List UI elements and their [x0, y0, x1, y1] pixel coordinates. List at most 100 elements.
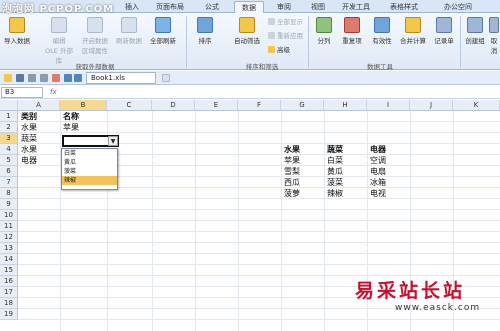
validity-button[interactable]: 有效性: [368, 17, 396, 45]
document-tab[interactable]: Book1.xls: [86, 72, 156, 84]
column-header[interactable]: G: [281, 100, 324, 111]
record-sheet-button[interactable]: 记录单: [430, 17, 458, 45]
select-all-corner[interactable]: [0, 100, 18, 111]
tab-insert[interactable]: 插入: [118, 1, 146, 13]
table-cell[interactable]: 雪梨: [282, 166, 300, 177]
new-tab-icon[interactable]: [162, 74, 170, 82]
format-painter-icon[interactable]: [52, 74, 60, 82]
table-cell[interactable]: 电扇: [368, 166, 386, 177]
tab-office-space[interactable]: 办公空间: [438, 1, 478, 13]
dropdown-option-highlighted[interactable]: 辣椒: [62, 176, 117, 185]
row-header[interactable]: 19: [0, 309, 18, 320]
cell-b1[interactable]: 名称: [61, 111, 79, 122]
dropdown-arrow-icon[interactable]: ▼: [108, 136, 118, 146]
refresh-data-button[interactable]: 刷新数据: [114, 17, 144, 45]
cell-a3[interactable]: 蔬菜: [19, 133, 37, 144]
row-header[interactable]: 14: [0, 254, 18, 265]
ungroup-button[interactable]: 取消: [488, 17, 500, 55]
dropdown-option[interactable]: 黄瓜: [62, 158, 117, 167]
tab-table-style[interactable]: 表格样式: [384, 1, 424, 13]
table-header[interactable]: 水果: [282, 144, 300, 155]
create-group-button[interactable]: 创建组: [462, 17, 488, 45]
cell-a4[interactable]: 水果: [19, 144, 37, 155]
row-header[interactable]: 17: [0, 287, 18, 298]
save-icon[interactable]: [16, 74, 24, 82]
row-header[interactable]: 8: [0, 188, 18, 199]
row-header[interactable]: 12: [0, 232, 18, 243]
column-header[interactable]: K: [453, 100, 500, 111]
column-header[interactable]: D: [152, 100, 195, 111]
sort-button[interactable]: 排序: [192, 17, 218, 45]
dropdown-option[interactable]: 白菜: [62, 149, 117, 158]
row-header[interactable]: 10: [0, 210, 18, 221]
name-box[interactable]: B3: [1, 87, 43, 98]
table-cell[interactable]: 白菜: [325, 155, 343, 166]
table-cell[interactable]: 电视: [368, 188, 386, 199]
dropdown-option[interactable]: 菠菜: [62, 167, 117, 176]
validation-dropdown-list[interactable]: 白菜 黄瓜 菠菜 辣椒: [61, 148, 118, 190]
column-header[interactable]: B: [60, 100, 107, 111]
consolidate-button[interactable]: 合并计算: [396, 17, 430, 45]
row-header[interactable]: 11: [0, 221, 18, 232]
undo-icon[interactable]: [64, 74, 72, 82]
row-header[interactable]: 7: [0, 177, 18, 188]
advanced-filter-label: 高级: [277, 46, 290, 54]
import-data-button[interactable]: 导入数据: [2, 17, 32, 45]
cell-a5[interactable]: 电器: [19, 155, 37, 166]
show-all-button[interactable]: 全部显示: [268, 17, 303, 27]
reapply-button[interactable]: 重新应用: [268, 31, 303, 41]
tab-data[interactable]: 数据: [234, 1, 264, 13]
row-header[interactable]: 15: [0, 265, 18, 276]
ungroup-icon: [489, 17, 499, 33]
column-header[interactable]: H: [324, 100, 367, 111]
tab-formulas[interactable]: 公式: [198, 1, 226, 13]
tab-page-layout[interactable]: 页面布局: [150, 1, 190, 13]
refresh-all-button[interactable]: 全部刷新: [146, 17, 180, 45]
table-cell[interactable]: 苹果: [282, 155, 300, 166]
row-header[interactable]: 16: [0, 276, 18, 287]
print-preview-icon[interactable]: [40, 74, 48, 82]
row-header[interactable]: 3: [0, 133, 18, 144]
table-header[interactable]: 蔬菜: [325, 144, 343, 155]
row-header[interactable]: 2: [0, 122, 18, 133]
cell-b2[interactable]: 苹果: [61, 122, 79, 133]
auto-filter-button[interactable]: 自动筛选: [228, 17, 266, 45]
print-icon[interactable]: [28, 74, 36, 82]
column-header[interactable]: J: [410, 100, 453, 111]
formula-bar: B3 fx: [0, 86, 500, 99]
column-header[interactable]: I: [367, 100, 410, 111]
column-header[interactable]: A: [18, 100, 60, 111]
row-header[interactable]: 13: [0, 243, 18, 254]
row-header[interactable]: 1: [0, 111, 18, 122]
cell-a1[interactable]: 类别: [19, 111, 37, 122]
row-header[interactable]: 9: [0, 199, 18, 210]
column-header[interactable]: C: [107, 100, 152, 111]
tab-review[interactable]: 审阅: [270, 1, 298, 13]
table-cell[interactable]: 黄瓜: [325, 166, 343, 177]
table-cell[interactable]: 菠菜: [325, 177, 343, 188]
table-cell[interactable]: 菠萝: [282, 188, 300, 199]
open-folder-icon[interactable]: [4, 74, 12, 82]
table-cell[interactable]: 西瓜: [282, 177, 300, 188]
edit-links-button[interactable]: 编辑 OLE 外部库: [42, 17, 76, 65]
row-header[interactable]: 6: [0, 166, 18, 177]
import-data-label: 导入数据: [4, 37, 30, 45]
table-cell[interactable]: 空调: [368, 155, 386, 166]
table-cell[interactable]: 冰箱: [368, 177, 386, 188]
row-header[interactable]: 4: [0, 144, 18, 155]
split-columns-button[interactable]: 分列: [312, 17, 336, 45]
advanced-filter-button[interactable]: 高级: [268, 45, 290, 55]
tab-developer[interactable]: 开发工具: [336, 1, 376, 13]
fx-icon[interactable]: fx: [50, 88, 57, 96]
column-header[interactable]: F: [238, 100, 281, 111]
column-header[interactable]: E: [195, 100, 238, 111]
table-header[interactable]: 电器: [368, 144, 386, 155]
open-data-button[interactable]: 开启数据 区域属性: [78, 17, 112, 55]
duplicates-button[interactable]: 重复项: [338, 17, 366, 45]
cell-a2[interactable]: 水果: [19, 122, 37, 133]
row-header[interactable]: 18: [0, 298, 18, 309]
tab-view[interactable]: 视图: [304, 1, 332, 13]
redo-icon[interactable]: [74, 74, 82, 82]
row-header[interactable]: 5: [0, 155, 18, 166]
table-cell[interactable]: 辣椒: [325, 188, 343, 199]
